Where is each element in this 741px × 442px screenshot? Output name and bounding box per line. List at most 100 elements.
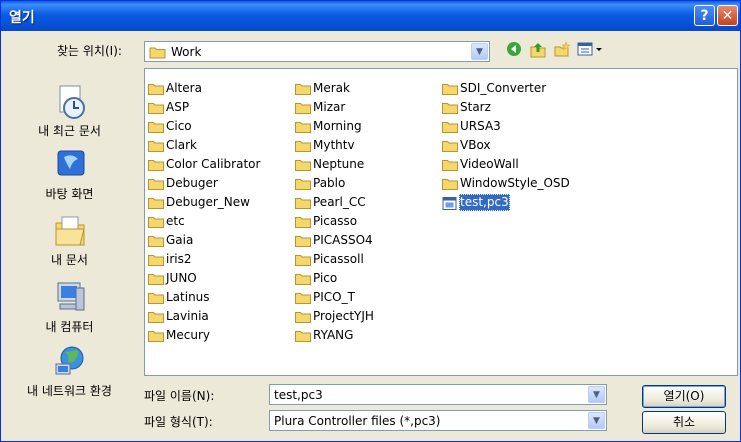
folder-name: PICO_T: [313, 290, 355, 304]
folder-name: Mecury: [166, 328, 210, 342]
file-name: test,pc3: [459, 194, 510, 211]
folder-icon: [295, 198, 311, 209]
folder-name: Morning: [313, 119, 362, 133]
place-my-documents[interactable]: 내 문서: [4, 213, 135, 268]
folder-icon: [295, 293, 311, 304]
folder-name: SDI_Converter: [460, 81, 547, 95]
folder-icon: [295, 84, 311, 95]
place-label: 내 최근 문서: [38, 124, 101, 138]
folder-icon: [295, 236, 311, 247]
folder-name: Picasso: [313, 214, 358, 228]
folder-name: VBox: [460, 138, 491, 152]
folder-icon: [148, 312, 164, 323]
folder-name: iris2: [166, 252, 192, 266]
folder-icon: [442, 179, 458, 190]
folder-name: PICASSO4: [313, 233, 373, 247]
folder-name: VideoWall: [460, 157, 519, 171]
folder-icon: [148, 103, 164, 114]
places-bar: 내 최근 문서 바탕 화면 내 문서 내 컴퓨터 내 네트워크 환경: [4, 68, 135, 402]
folder-name: Color Calibrator: [166, 157, 261, 171]
folder-icon: [148, 198, 164, 209]
folder-icon: [295, 122, 311, 133]
folder-icon: [148, 84, 164, 95]
views-menu-icon: [577, 42, 602, 56]
folder-name: URSA3: [460, 119, 501, 133]
folder-icon: [295, 160, 311, 171]
file-type-label: 파일 형식(T):: [144, 415, 213, 429]
back-button[interactable]: [503, 41, 525, 63]
pc3-file-icon: [442, 197, 457, 210]
title-bar[interactable]: 열기 ? ✕: [1, 1, 740, 31]
folder-icon: [148, 331, 164, 342]
folder-icon: [148, 255, 164, 266]
look-in-dropdown[interactable]: Work ▼: [144, 41, 490, 62]
chevron-down-icon[interactable]: ▼: [588, 412, 605, 429]
folder-name: Starz: [460, 100, 491, 114]
folder-name: JUNO: [166, 271, 197, 285]
folder-name: Debuger_New: [166, 195, 250, 209]
file-name-value: test,pc3: [274, 388, 323, 402]
folder-icon: [148, 293, 164, 304]
folder-name: Pablo: [313, 176, 346, 190]
network-places-icon: [55, 346, 83, 375]
folder-name: Altera: [166, 81, 202, 95]
folder-icon: [442, 84, 458, 95]
chevron-down-icon[interactable]: ▼: [588, 386, 605, 403]
recent-documents-icon: [59, 85, 85, 119]
place-label: 내 네트워크 환경: [27, 384, 112, 398]
folder-icon: [442, 141, 458, 152]
up-folder-icon: [530, 43, 546, 58]
folder-name: Mythtv: [313, 138, 355, 152]
folder-name: etc: [166, 214, 185, 228]
views-menu-button[interactable]: [575, 41, 607, 63]
folder-name: Lavinia: [166, 309, 209, 323]
folder-name: Latinus: [166, 290, 210, 304]
folder-name: Gaia: [166, 233, 194, 247]
folder-name: ProjectYJH: [313, 309, 374, 323]
folder-icon: [442, 122, 458, 133]
place-recent-documents[interactable]: 내 최근 문서: [4, 84, 135, 139]
folder-icon: [148, 274, 164, 285]
place-desktop[interactable]: 바탕 화면: [4, 147, 135, 202]
folder-icon: [442, 103, 458, 114]
folder-icon: [295, 141, 311, 152]
back-icon: [507, 42, 521, 56]
up-folder-button[interactable]: [527, 41, 549, 63]
folder-icon: [149, 47, 166, 59]
folder-icon: [295, 103, 311, 114]
folder-icon: [295, 255, 311, 266]
folder-name: Pico: [313, 271, 338, 285]
folder-icon: [148, 141, 164, 152]
dialog-title: 열기: [9, 10, 35, 26]
desktop-icon: [57, 150, 84, 176]
file-type-dropdown[interactable]: Plura Controller files (*,pc3) ▼: [269, 410, 607, 431]
file-name-input[interactable]: test,pc3 ▼: [269, 384, 607, 405]
folder-icon: [148, 122, 164, 133]
my-computer-icon: [57, 282, 84, 311]
folder-name: Picassoll: [313, 252, 364, 266]
folder-icon: [148, 236, 164, 247]
cancel-button[interactable]: 취소: [642, 411, 726, 434]
close-button[interactable]: ✕: [717, 5, 738, 26]
file-list[interactable]: Altera ASP Cico Clark Color Calibrator D…: [144, 68, 738, 376]
file-name-label: 파일 이름(N):: [144, 389, 215, 403]
chevron-down-icon[interactable]: ▼: [471, 43, 488, 60]
place-label: 내 문서: [51, 253, 88, 267]
file-type-value: Plura Controller files (*,pc3): [274, 414, 441, 428]
look-in-label: 찾는 위치(I):: [57, 44, 122, 58]
new-folder-button[interactable]: [551, 41, 573, 63]
folder-name: Debuger: [166, 176, 218, 190]
folder-icon: [295, 179, 311, 190]
folder-icon: [295, 217, 311, 228]
folder-icon: [295, 331, 311, 342]
open-button[interactable]: 열기(O): [642, 385, 726, 408]
folder-name: Merak: [313, 81, 350, 95]
folder-icon: [148, 179, 164, 190]
my-documents-icon: [55, 216, 85, 246]
place-my-computer[interactable]: 내 컴퓨터: [4, 280, 135, 335]
help-button[interactable]: ?: [694, 5, 715, 26]
folder-name: Pearl_CC: [313, 195, 366, 209]
open-dialog: 열기 ? ✕ 찾는 위치(I): Work ▼ 내 최근 문서 바탕 화면 내 …: [0, 0, 741, 442]
place-label: 바탕 화면: [45, 187, 94, 201]
place-network[interactable]: 내 네트워크 환경: [4, 344, 135, 399]
